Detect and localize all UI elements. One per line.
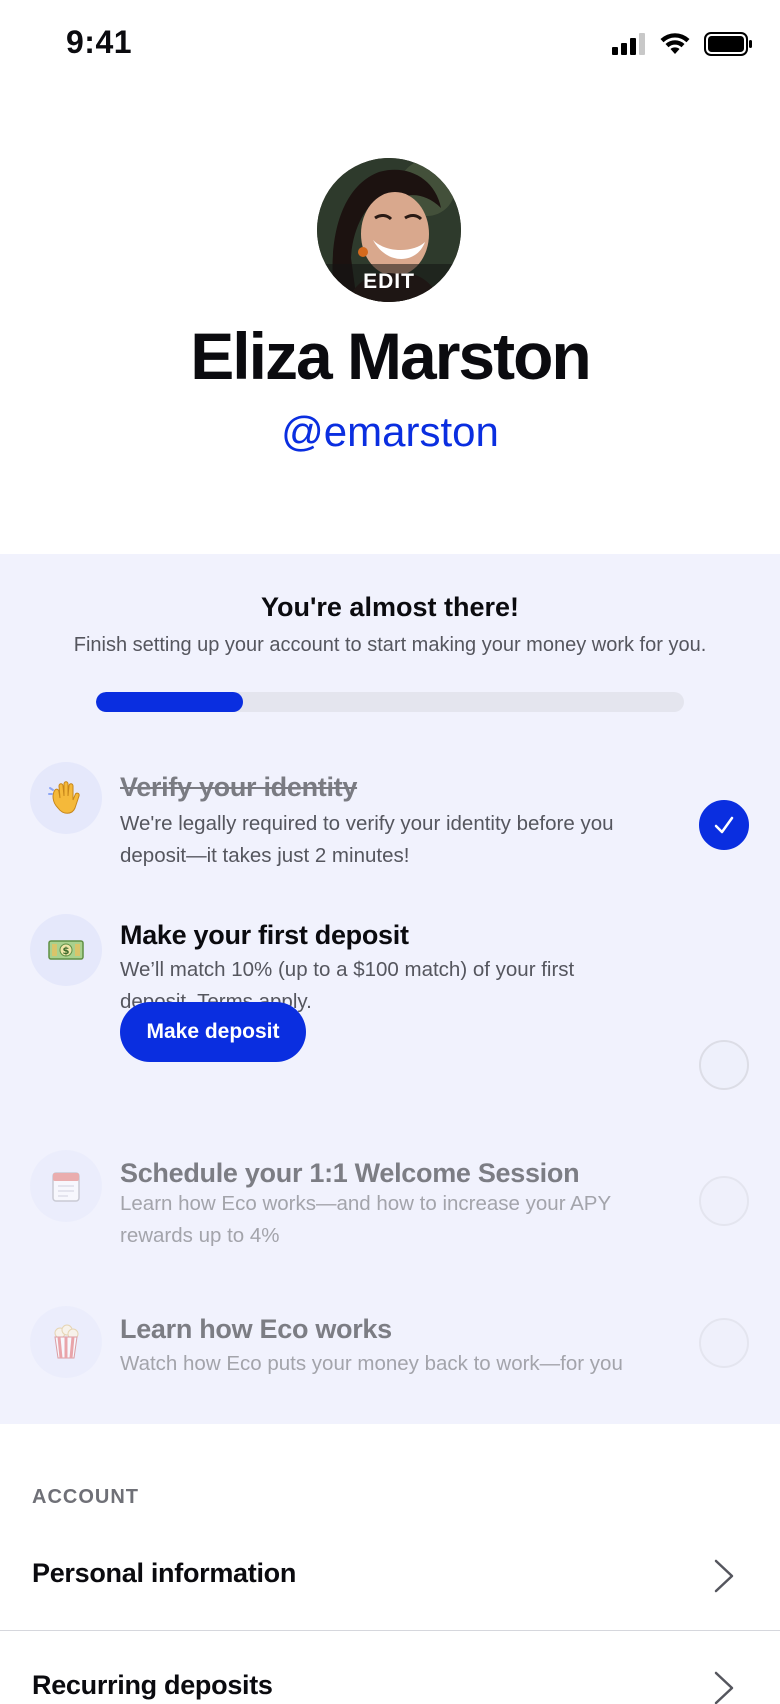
- list-divider: [0, 1630, 780, 1631]
- status-icons: [612, 32, 752, 56]
- chevron-right-icon: [714, 1671, 734, 1704]
- dollar-banknote-icon: $: [30, 914, 102, 986]
- task-complete-checkbox[interactable]: [699, 800, 749, 850]
- onboarding-subtitle: Finish setting up your account to start …: [73, 634, 707, 656]
- task-first-deposit[interactable]: $ Make your first deposit We’ll match 10…: [0, 914, 780, 1114]
- onboarding-progress-fill: [96, 692, 243, 712]
- task-incomplete-checkbox[interactable]: [699, 1318, 749, 1368]
- task-description: Learn how Eco works—and how to increase …: [120, 1192, 611, 1247]
- task-verify-identity[interactable]: Verify your identity We're legally requi…: [0, 758, 780, 888]
- task-incomplete-checkbox[interactable]: [699, 1176, 749, 1226]
- task-learn-eco[interactable]: Learn how Eco works Watch how Eco puts y…: [0, 1306, 780, 1402]
- cellular-signal-icon: [612, 33, 645, 55]
- chevron-right-icon: [714, 1559, 734, 1593]
- calendar-icon: [30, 1150, 102, 1222]
- account-item-recurring-deposits[interactable]: Recurring deposits: [0, 1634, 780, 1704]
- make-deposit-button[interactable]: Make deposit: [120, 1002, 306, 1062]
- account-item-label: Recurring deposits: [32, 1670, 273, 1700]
- task-description: We're legally required to verify your id…: [120, 812, 614, 867]
- task-description: Watch how Eco puts your money back to wo…: [120, 1352, 623, 1375]
- avatar[interactable]: EDIT: [317, 158, 461, 302]
- checkmark-icon: [714, 816, 734, 834]
- task-incomplete-checkbox[interactable]: [699, 1040, 749, 1090]
- account-section-label: ACCOUNT: [32, 1486, 139, 1508]
- svg-text:$: $: [63, 946, 70, 957]
- popcorn-icon: [30, 1306, 102, 1378]
- wifi-icon: [660, 33, 690, 54]
- profile-handle: @emarston: [281, 408, 499, 455]
- status-time: 9:41: [66, 24, 133, 60]
- profile-name: Eliza Marston: [190, 319, 591, 393]
- account-item-label: Personal information: [32, 1558, 297, 1588]
- task-title: Make your first deposit: [120, 920, 409, 950]
- task-welcome-session[interactable]: Schedule your 1:1 Welcome Session Learn …: [0, 1150, 780, 1270]
- onboarding-progress-bar: [96, 692, 684, 712]
- task-title: Learn how Eco works: [120, 1314, 392, 1344]
- task-title: Schedule your 1:1 Welcome Session: [120, 1158, 580, 1188]
- battery-icon: [704, 32, 752, 56]
- account-item-personal-information[interactable]: Personal information: [0, 1522, 780, 1630]
- onboarding-panel: You're almost there! Finish setting up y…: [0, 554, 780, 1424]
- avatar-edit-label[interactable]: EDIT: [317, 264, 461, 302]
- waving-hand-icon: [30, 762, 102, 834]
- task-title: Verify your identity: [120, 772, 358, 802]
- onboarding-title: You're almost there!: [261, 592, 519, 622]
- status-bar: 9:41: [0, 0, 780, 92]
